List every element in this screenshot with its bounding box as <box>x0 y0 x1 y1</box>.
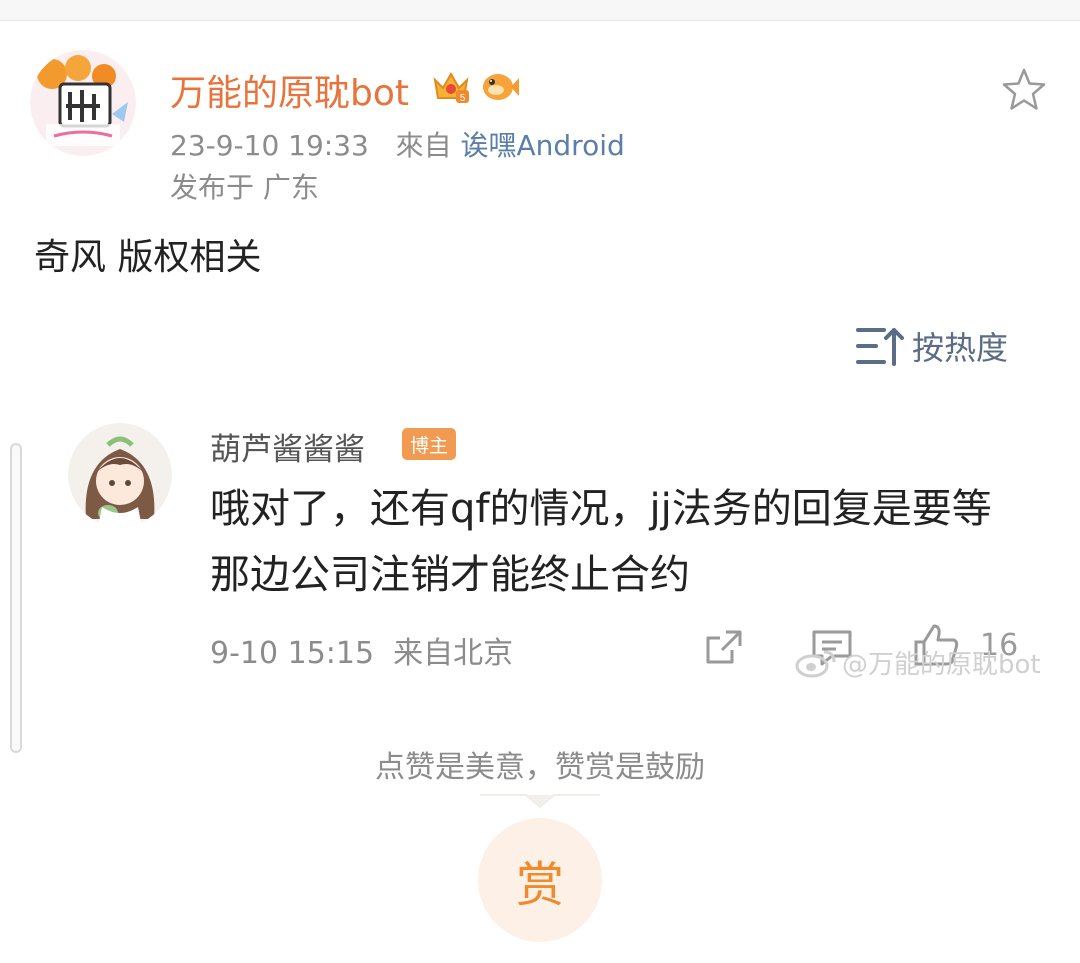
comment-meta: 9-10 15:15 来自北京 <box>210 628 513 672</box>
weibo-watermark: @万能的原耽bot <box>794 642 1041 682</box>
post-time: 23-9-10 19:33 <box>170 129 369 162</box>
tip-arrow <box>480 794 600 808</box>
sort-icon <box>856 328 904 366</box>
watermark-text: @万能的原耽bot <box>842 649 1041 680</box>
top-divider <box>0 0 1080 21</box>
svg-text:5: 5 <box>460 93 466 104</box>
comment-time: 9-10 15:15 <box>210 636 375 671</box>
commenter-name[interactable]: 葫芦酱酱酱 <box>210 424 365 469</box>
share-icon[interactable] <box>704 628 744 666</box>
post-text: 奇风 版权相关 <box>34 237 262 278</box>
favorite-star-icon[interactable] <box>1000 66 1048 114</box>
source-prefix: 來自 <box>395 129 452 162</box>
author-avatar[interactable] <box>30 50 136 156</box>
comment-location: 来自北京 <box>393 636 514 671</box>
author-badge: 博主 <box>402 428 456 460</box>
post-meta: 23-9-10 19:33 來自 诶嘿Android <box>170 124 625 164</box>
commenter-avatar[interactable] <box>68 423 172 527</box>
weibo-logo-icon <box>795 650 836 678</box>
sort-label: 按热度 <box>912 329 1009 367</box>
comment-text: 哦对了，还有qf的情况，jj法务的回复是要等那边公司注销才能终止合约 <box>210 486 992 598</box>
reward-tip: 点赞是美意，赞赏是鼓励 <box>375 750 705 785</box>
reward-button[interactable]: 赏 <box>478 818 602 942</box>
author-name[interactable]: 万能的原耽bot <box>170 64 409 116</box>
source-link[interactable]: 诶嘿Android <box>461 129 625 162</box>
post-location: 发布于 广东 <box>170 171 319 204</box>
vip-crown-badge-icon[interactable]: 5 <box>432 70 470 104</box>
scrollbar[interactable] <box>10 443 22 753</box>
sort-by-hot-button[interactable]: 按热度 <box>856 322 1008 370</box>
fish-badge-icon[interactable] <box>480 68 520 104</box>
